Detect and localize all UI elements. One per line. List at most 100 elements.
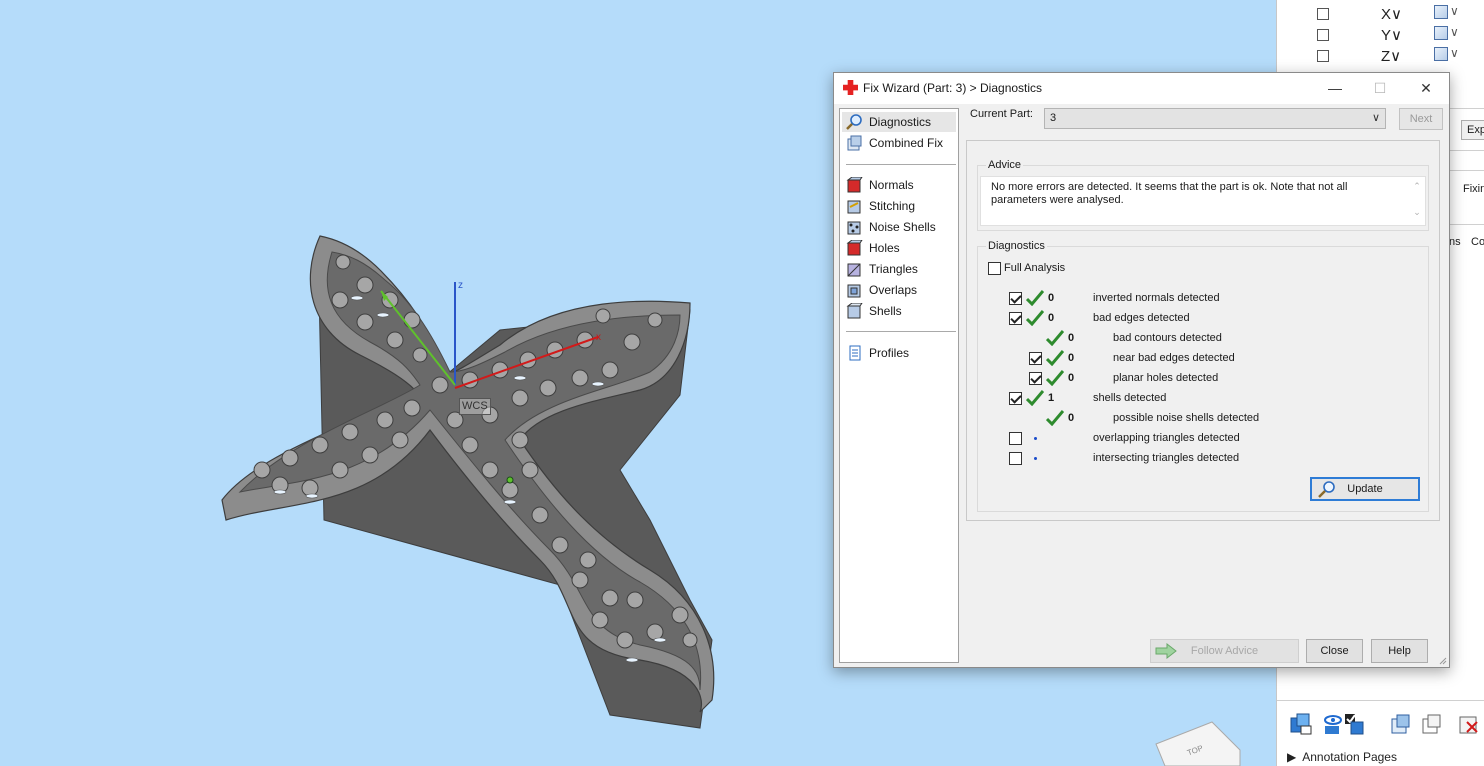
divider <box>1277 700 1484 701</box>
export-button[interactable]: Exp <box>1461 120 1484 140</box>
dialog-titlebar[interactable]: Fix Wizard (Part: 3) > Diagnostics — ☐ ✕ <box>834 73 1449 104</box>
planar-holes-checkbox[interactable] <box>1029 372 1042 385</box>
advice-group: Advice No more errors are detected. It s… <box>977 159 1429 231</box>
cube-delete-icon[interactable] <box>1457 712 1481 736</box>
overlaps-cube-icon <box>847 284 861 298</box>
axis-y-toggle[interactable]: Y∨ <box>1381 26 1402 44</box>
help-button[interactable]: Help <box>1371 639 1428 663</box>
near-bad-edges-text: near bad edges detected <box>1113 352 1235 364</box>
nav-item-label: Shells <box>869 304 902 318</box>
cube-view-icon[interactable] <box>1434 47 1448 61</box>
bad-edges-checkbox[interactable] <box>1009 312 1022 325</box>
nav-item-label: Combined Fix <box>869 136 944 150</box>
inverted-normals-checkbox[interactable] <box>1009 292 1022 305</box>
axis-row-z: Z∨ ∨ <box>1287 45 1484 65</box>
axis-z-toggle[interactable]: Z∨ <box>1381 47 1401 65</box>
stitching-cube-icon <box>847 200 861 214</box>
overlapping-triangles-checkbox[interactable] <box>1009 432 1022 445</box>
nav-item-label: Diagnostics <box>869 115 932 129</box>
bad-contours-count: 0 <box>1068 332 1075 344</box>
axis-y-checkbox[interactable] <box>1317 29 1329 41</box>
eye-visibility-icon[interactable] <box>1321 712 1345 736</box>
advice-text: No more errors are detected. It seems th… <box>991 181 1348 206</box>
shells-cube-icon <box>846 303 863 319</box>
close-button[interactable]: Close <box>1306 639 1363 663</box>
green-check-icon <box>1026 390 1044 406</box>
close-window-button[interactable]: ✕ <box>1403 73 1449 104</box>
divider <box>846 164 956 165</box>
overlapping-triangles-text: overlapping triangles detected <box>1093 432 1240 444</box>
follow-advice-label: Follow Advice <box>1190 645 1259 657</box>
update-button-label: Update <box>1347 483 1383 495</box>
axis-row-x: X∨ ∨ <box>1287 3 1484 23</box>
chevron-down-icon[interactable]: ∨ <box>1450 46 1459 60</box>
origin-marker <box>506 476 514 484</box>
advice-text-box[interactable]: No more errors are detected. It seems th… <box>980 176 1426 226</box>
inverted-normals-text: inverted normals detected <box>1093 292 1220 304</box>
nav-item-shells[interactable]: Shells <box>842 301 956 321</box>
column-header-co[interactable]: Co <box>1471 236 1484 248</box>
magnifier-icon <box>1318 481 1335 498</box>
wizard-nav-list: Diagnostics Combined Fix Normals Stitchi… <box>839 108 959 663</box>
intersecting-triangles-text: intersecting triangles detected <box>1093 452 1240 464</box>
normals-cube-icon <box>846 177 863 193</box>
nav-item-label: Stitching <box>869 199 916 213</box>
near-bad-edges-count: 0 <box>1068 352 1075 364</box>
nav-item-profiles[interactable]: Profiles <box>842 343 956 363</box>
current-part-label: Current Part: <box>970 108 1033 120</box>
green-check-icon <box>1046 370 1064 386</box>
cube-stack-icon[interactable] <box>1289 712 1313 736</box>
combined-fix-icon <box>847 135 862 151</box>
nav-item-diagnostics[interactable]: Diagnostics <box>842 112 956 132</box>
magnifier-icon <box>846 114 862 130</box>
resize-grip-icon[interactable] <box>1437 655 1447 665</box>
chevron-down-icon[interactable]: ∨ <box>1450 4 1459 18</box>
nav-item-triangles[interactable]: Triangles <box>842 259 956 279</box>
axis-x-checkbox[interactable] <box>1317 8 1329 20</box>
bad-contours-text: bad contours detected <box>1113 332 1222 344</box>
cube-wire-icon[interactable] <box>1420 712 1444 736</box>
advice-scrollbar[interactable]: ⌃ ⌄ <box>1411 180 1423 224</box>
fixing-label[interactable]: Fixing I <box>1463 183 1484 195</box>
chevron-down-icon: ∨ <box>1371 112 1380 124</box>
update-button[interactable]: Update <box>1310 477 1420 501</box>
noise-shells-text: possible noise shells detected <box>1113 412 1260 424</box>
profiles-document-icon <box>849 345 861 361</box>
cube-refresh-icon[interactable] <box>1389 712 1413 736</box>
noise-shells-icon <box>847 221 861 235</box>
wcs-label: WCS <box>459 398 491 415</box>
axis-z-label: z <box>458 280 463 291</box>
nav-item-label: Holes <box>869 241 900 255</box>
diagnostics-content-panel: Advice No more errors are detected. It s… <box>966 140 1440 521</box>
nav-item-combined-fix[interactable]: Combined Fix <box>842 133 956 153</box>
follow-advice-button: Follow Advice <box>1150 639 1299 663</box>
pending-dot-icon <box>1034 437 1037 440</box>
annotation-pages-section[interactable]: ▶ Annotation Pages <box>1287 750 1397 764</box>
full-analysis-label[interactable]: Full Analysis <box>1004 262 1065 274</box>
intersecting-triangles-checkbox[interactable] <box>1009 452 1022 465</box>
inverted-normals-count: 0 <box>1048 292 1055 304</box>
chevron-down-icon[interactable]: ∨ <box>1450 25 1459 39</box>
near-bad-edges-checkbox[interactable] <box>1029 352 1042 365</box>
nav-item-noise-shells[interactable]: Noise Shells <box>842 217 956 237</box>
select-all-icon[interactable] <box>1343 712 1367 736</box>
nav-item-overlaps[interactable]: Overlaps <box>842 280 956 300</box>
nav-item-stitching[interactable]: Stitching <box>842 196 956 216</box>
column-header-ns[interactable]: ns <box>1449 236 1461 248</box>
cube-view-icon[interactable] <box>1434 5 1448 19</box>
shells-checkbox[interactable] <box>1009 392 1022 405</box>
minimize-button[interactable]: — <box>1312 73 1358 104</box>
axis-row-y: Y∨ ∨ <box>1287 24 1484 44</box>
axis-x-toggle[interactable]: X∨ <box>1381 5 1402 23</box>
planar-holes-count: 0 <box>1068 372 1075 384</box>
nav-item-holes[interactable]: Holes <box>842 238 956 258</box>
pending-dot-icon <box>1034 457 1037 460</box>
full-analysis-checkbox[interactable] <box>988 262 1001 275</box>
bad-edges-count: 0 <box>1048 312 1055 324</box>
axis-z-checkbox[interactable] <box>1317 50 1329 62</box>
diagnostics-title: Diagnostics <box>986 240 1047 252</box>
annotation-pages-label: Annotation Pages <box>1302 750 1397 764</box>
nav-item-normals[interactable]: Normals <box>842 175 956 195</box>
current-part-select[interactable]: 3 ∨ <box>1044 108 1386 129</box>
cube-view-icon[interactable] <box>1434 26 1448 40</box>
